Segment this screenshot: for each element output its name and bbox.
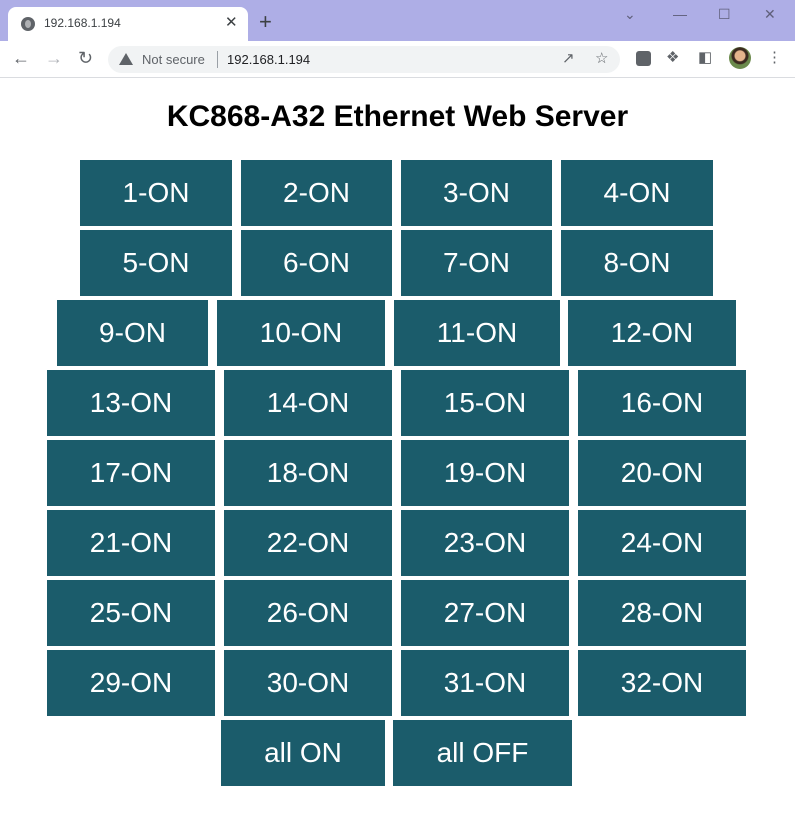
browser-tab[interactable]: 192.168.1.194 ✕ [8, 7, 248, 41]
relay-6-on-button[interactable]: 6-ON [241, 230, 392, 296]
url-text[interactable]: 192.168.1.194 [227, 52, 310, 67]
forward-icon[interactable]: → [45, 48, 63, 68]
all-off-button[interactable]: all OFF [393, 720, 572, 786]
minimize-icon[interactable]: — [673, 6, 687, 22]
puzzle-icon[interactable]: ❖ [666, 49, 679, 67]
browser-toolbar: ← → ↻ Not secure 192.168.1.194 ↗ ☆ ❖ ◧ ⋮ [0, 41, 795, 78]
page-title: KC868-A32 Ethernet Web Server [166, 100, 629, 133]
back-icon[interactable]: ← [12, 48, 30, 68]
tab-search-icon[interactable]: ⌄ [624, 6, 636, 22]
relay-15-on-button[interactable]: 15-ON [401, 370, 569, 436]
reload-icon[interactable]: ↻ [78, 48, 93, 68]
relay-26-on-button[interactable]: 26-ON [224, 580, 392, 646]
share-icon[interactable]: ↗ [562, 50, 575, 68]
globe-icon [21, 17, 35, 31]
relay-11-on-button[interactable]: 11-ON [394, 300, 560, 366]
relay-31-on-button[interactable]: 31-ON [401, 650, 569, 716]
relay-9-on-button[interactable]: 9-ON [57, 300, 208, 366]
relay-32-on-button[interactable]: 32-ON [578, 650, 746, 716]
security-label[interactable]: Not secure [142, 52, 205, 67]
menu-icon[interactable]: ⋮ [767, 49, 782, 67]
relay-12-on-button[interactable]: 12-ON [568, 300, 736, 366]
relay-1-on-button[interactable]: 1-ON [80, 160, 232, 226]
relay-22-on-button[interactable]: 22-ON [224, 510, 392, 576]
new-tab-button[interactable]: + [259, 10, 272, 34]
tab-strip: 192.168.1.194 ✕ + ⌄ — ☐ ✕ [0, 0, 795, 41]
avatar[interactable] [729, 47, 751, 69]
relay-18-on-button[interactable]: 18-ON [224, 440, 392, 506]
relay-4-on-button[interactable]: 4-ON [561, 160, 713, 226]
all-on-button[interactable]: all ON [221, 720, 385, 786]
relay-14-on-button[interactable]: 14-ON [224, 370, 392, 436]
relay-3-on-button[interactable]: 3-ON [401, 160, 552, 226]
relay-7-on-button[interactable]: 7-ON [401, 230, 552, 296]
relay-27-on-button[interactable]: 27-ON [401, 580, 569, 646]
relay-25-on-button[interactable]: 25-ON [47, 580, 215, 646]
relay-16-on-button[interactable]: 16-ON [578, 370, 746, 436]
relay-17-on-button[interactable]: 17-ON [47, 440, 215, 506]
close-window-icon[interactable]: ✕ [764, 6, 776, 22]
relay-13-on-button[interactable]: 13-ON [47, 370, 215, 436]
relay-20-on-button[interactable]: 20-ON [578, 440, 746, 506]
side-panel-icon[interactable]: ◧ [698, 49, 712, 67]
warning-icon[interactable] [119, 53, 133, 65]
relay-29-on-button[interactable]: 29-ON [47, 650, 215, 716]
relay-24-on-button[interactable]: 24-ON [578, 510, 746, 576]
relay-30-on-button[interactable]: 30-ON [224, 650, 392, 716]
relay-23-on-button[interactable]: 23-ON [401, 510, 569, 576]
star-icon[interactable]: ☆ [595, 50, 608, 68]
relay-5-on-button[interactable]: 5-ON [80, 230, 232, 296]
relay-19-on-button[interactable]: 19-ON [401, 440, 569, 506]
maximize-icon[interactable]: ☐ [718, 6, 731, 22]
extension-icon[interactable] [636, 51, 651, 66]
close-tab-icon[interactable]: ✕ [225, 13, 238, 33]
relay-8-on-button[interactable]: 8-ON [561, 230, 713, 296]
tab-title: 192.168.1.194 [44, 16, 121, 30]
address-bar[interactable]: Not secure 192.168.1.194 ↗ ☆ [108, 46, 620, 73]
relay-2-on-button[interactable]: 2-ON [241, 160, 392, 226]
relay-28-on-button[interactable]: 28-ON [578, 580, 746, 646]
relay-10-on-button[interactable]: 10-ON [217, 300, 385, 366]
divider [217, 51, 218, 68]
relay-21-on-button[interactable]: 21-ON [47, 510, 215, 576]
